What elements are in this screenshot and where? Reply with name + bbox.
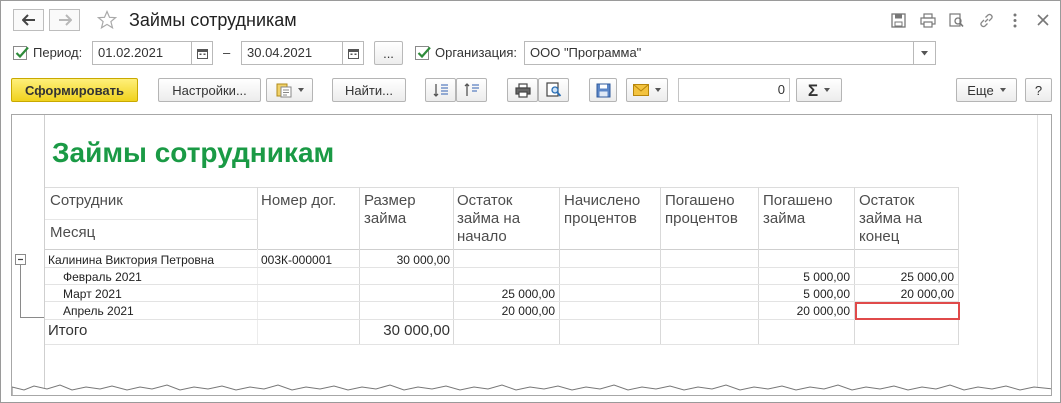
more-window-button[interactable] (1006, 11, 1024, 29)
row-month: Март 2021 (63, 287, 122, 301)
save-button[interactable] (589, 78, 617, 102)
expand-levels-icon (433, 84, 448, 97)
collapse-groups-button[interactable] (456, 78, 487, 102)
email-icon (633, 84, 649, 96)
row-loan-paid: 20 000,00 (796, 304, 850, 318)
checkmark-icon (15, 46, 29, 59)
period-dash: – (223, 45, 231, 60)
back-button[interactable] (13, 9, 44, 31)
expand-groups-button[interactable] (425, 78, 456, 102)
collapse-group-toggle[interactable] (15, 254, 26, 265)
preview-icon (545, 82, 561, 97)
find-button[interactable]: Найти... (332, 78, 406, 102)
link-icon (979, 13, 993, 27)
report-variant-icon (276, 83, 291, 98)
checkmark-icon (417, 46, 431, 59)
choose-period-button[interactable]: ... (374, 41, 403, 65)
row-month: Апрель 2021 (63, 304, 134, 318)
row-month: Февраль 2021 (63, 270, 142, 284)
report-window: Займы сотрудникам Период: 01.02.2021 – 3… (0, 0, 1061, 403)
organization-dropdown-button[interactable] (913, 41, 936, 65)
selected-cell[interactable] (855, 302, 960, 320)
preview-window-button[interactable] (947, 11, 965, 29)
sigma-icon: Σ (807, 80, 819, 100)
total-loan-size: 30 000,00 (383, 322, 450, 339)
date-from-field[interactable]: 01.02.2021 (92, 41, 192, 65)
print-button[interactable] (507, 78, 538, 102)
chevron-down-icon (297, 88, 304, 92)
header-loan-paid: Погашено займа (763, 192, 833, 227)
report-spreadsheet[interactable]: Займы сотрудникам Сотрудник Месяц Номер … (11, 114, 1052, 396)
row-balance-start: 25 000,00 (501, 287, 555, 301)
row-loan-paid: 5 000,00 (803, 270, 850, 284)
header-balance-start: Остаток займа на начало (457, 192, 521, 245)
report-title: Займы сотрудникам (52, 137, 335, 168)
date-from-calendar-button[interactable] (191, 41, 213, 65)
header-contract: Номер дог. (261, 192, 337, 209)
chevron-down-icon (921, 50, 928, 55)
row-balance-end: 25 000,00 (900, 270, 954, 284)
save-window-button[interactable] (889, 11, 907, 29)
more-icon (1013, 13, 1017, 27)
date-to-field[interactable]: 30.04.2021 (241, 41, 343, 65)
variant-menu-button[interactable] (266, 78, 313, 102)
group-tree-line (20, 317, 44, 318)
row-balance-start: 20 000,00 (501, 304, 555, 318)
collapse-levels-icon (464, 83, 479, 96)
organization-label: Организация: (435, 45, 518, 60)
date-to-calendar-button[interactable] (342, 41, 364, 65)
forward-button[interactable] (49, 9, 80, 31)
row-contract: 003К-000001 (261, 253, 333, 267)
save-icon (890, 12, 906, 28)
more-button[interactable]: Еще (956, 78, 1017, 102)
send-email-button[interactable] (626, 78, 668, 102)
organization-field[interactable]: ООО "Программа" (524, 41, 914, 65)
period-label: Период: (33, 45, 83, 60)
period-checkbox[interactable] (13, 46, 29, 60)
arrow-left-icon (21, 14, 35, 26)
print-icon (514, 82, 531, 98)
calendar-icon (196, 48, 208, 59)
chevron-down-icon (655, 88, 661, 92)
row-balance-end: 20 000,00 (900, 287, 954, 301)
header-interest-paid: Погашено процентов (665, 192, 738, 227)
sum-field: 0 (678, 78, 790, 102)
arrow-right-icon (58, 14, 72, 26)
preview-icon (948, 12, 964, 27)
star-icon (97, 10, 117, 30)
preview-button[interactable] (538, 78, 569, 102)
window-title: Займы сотрудникам (129, 10, 297, 30)
chevron-down-icon (999, 88, 1006, 92)
group-tree-line (20, 265, 21, 317)
header-interest-accrued: Начислено процентов (564, 192, 641, 227)
torn-edge (12, 384, 1051, 395)
header-employee: Сотрудник (50, 192, 123, 209)
print-icon (920, 12, 936, 28)
header-balance-end: Остаток займа на конец (859, 192, 923, 245)
more-label: Еще (967, 82, 994, 98)
header-month: Месяц (50, 224, 96, 241)
link-button[interactable] (977, 11, 995, 29)
row-employee-name: Калинина Виктория Петровна (48, 253, 215, 267)
print-window-button[interactable] (919, 11, 937, 29)
total-label: Итого (48, 322, 88, 339)
save-icon (596, 83, 610, 97)
close-window-button[interactable] (1034, 11, 1052, 29)
calendar-icon (347, 48, 359, 59)
row-loan-size: 30 000,00 (396, 253, 450, 267)
chevron-down-icon (824, 88, 831, 92)
organization-checkbox[interactable] (415, 46, 431, 60)
header-loan-size: Размер займа (364, 192, 416, 227)
minus-icon (18, 258, 23, 261)
favorite-button[interactable] (95, 9, 119, 31)
settings-button[interactable]: Настройки... (158, 78, 261, 102)
close-icon (1037, 14, 1049, 26)
help-button[interactable]: ? (1025, 78, 1052, 102)
sum-button[interactable]: Σ (796, 78, 842, 102)
row-loan-paid: 5 000,00 (803, 287, 850, 301)
generate-button[interactable]: Сформировать (11, 78, 138, 102)
